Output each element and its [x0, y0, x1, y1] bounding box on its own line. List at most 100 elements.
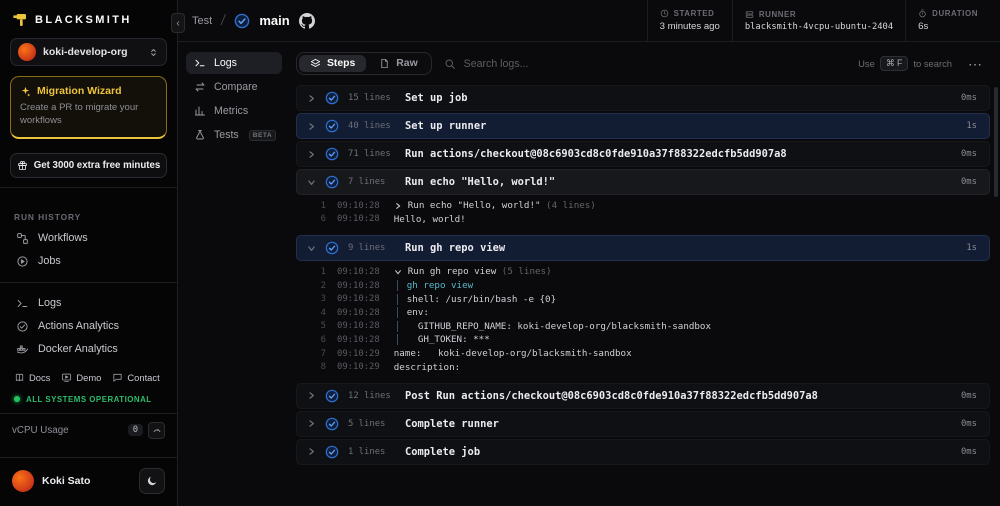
gift-icon — [17, 160, 27, 170]
compare-arrows-icon — [195, 82, 205, 92]
step-row[interactable]: 7 lines Run echo "Hello, world!" 0ms — [296, 169, 990, 195]
log-group-collapsed-icon[interactable] — [394, 202, 402, 210]
step-line-count: 7 lines — [348, 177, 386, 187]
log-line-number: 6 — [320, 214, 326, 225]
sidebar-item-docker-analytics[interactable]: Docker Analytics — [10, 338, 167, 361]
log-line[interactable]: 1 09:10:28 Run echo "Hello, world!" (4 lin… — [296, 199, 990, 213]
stat-runner-label-row: RUNNER — [745, 10, 893, 19]
step-name: Run gh repo view — [405, 242, 506, 255]
clock-icon — [660, 9, 668, 18]
raw-view-tab[interactable]: Raw — [368, 55, 428, 72]
step-row[interactable]: 12 lines Post Run actions/checkout@08c690… — [296, 382, 990, 409]
step-row[interactable]: 40 lines Set up runner 1s — [296, 113, 990, 139]
tab-metrics[interactable]: Metrics — [186, 100, 282, 122]
sidebar-item-workflows[interactable]: Workflows — [10, 227, 167, 250]
moon-icon — [147, 476, 157, 486]
chevron-right-icon — [307, 447, 316, 456]
step-block: 12 lines Post Run actions/checkout@08c690… — [296, 382, 990, 409]
log-group-expanded-icon[interactable] — [394, 268, 402, 276]
hammer-icon — [13, 14, 26, 26]
sidebar-item-jobs[interactable]: Jobs — [10, 250, 167, 273]
migration-wizard-card[interactable]: Migration Wizard Create a PR to migrate … — [10, 76, 167, 139]
org-selector[interactable]: koki-develop-org — [10, 38, 167, 66]
vcpu-usage-value: 0 — [127, 424, 143, 437]
run-title: Test / main — [178, 0, 647, 41]
step-line-count: 15 lines — [348, 93, 391, 103]
demo-link[interactable]: Demo — [57, 369, 105, 386]
layers-icon — [310, 58, 321, 67]
log-text: env: — [396, 307, 429, 319]
migration-wizard-subtitle: Create a PR to migrate your workflows — [20, 102, 139, 127]
hint-rest: to search — [913, 58, 952, 69]
step-success-icon — [325, 147, 339, 161]
log-line[interactable]: 5 09:10:28 GITHUB_REPO_NAME: koki-develop… — [296, 320, 990, 334]
step-log: 1 09:10:28 Run echo "Hello, world!" (4 lin… — [296, 195, 990, 233]
gauge-icon — [153, 428, 160, 433]
chevron-right-icon — [307, 419, 316, 428]
step-block: 7 lines Run echo "Hello, world!" 0ms 1 09:10… — [296, 169, 990, 233]
contact-link[interactable]: Contact — [108, 369, 163, 386]
log-line[interactable]: 3 09:10:28 shell: /usr/bin/bash -e {0} — [296, 292, 990, 306]
step-line-count: 12 lines — [348, 390, 391, 401]
workflow-name[interactable]: Test — [192, 15, 212, 27]
step-row[interactable]: 5 lines Complete runner 0ms — [296, 410, 990, 437]
log-line[interactable]: 6 09:10:28 GH_TOKEN: *** — [296, 333, 990, 347]
log-text: GH_TOKEN: *** — [396, 334, 490, 346]
log-line[interactable]: 7 09:10:29 name: koki-develop-org/blacksmi… — [296, 347, 990, 361]
log-text-content: shell: /usr/bin/bash -e {0} — [406, 293, 557, 305]
free-minutes-button[interactable]: Get 3000 extra free minutes — [10, 152, 167, 178]
chevron-updown-icon — [151, 48, 156, 56]
vcpu-meter-button[interactable] — [148, 421, 165, 439]
step-log: 1 09:10:28 Run gh repo view (5 lines) 2 09:1… — [296, 261, 990, 381]
step-row[interactable]: 9 lines Run gh repo view 1s — [296, 235, 990, 262]
step-success-icon — [325, 119, 339, 133]
log-line[interactable]: 4 09:10:28 env: — [296, 306, 990, 320]
step-line-count: 9 lines — [348, 243, 386, 254]
migration-wizard-title-row: Migration Wizard — [20, 85, 157, 97]
scrollbar[interactable] — [994, 87, 998, 197]
log-timestamp: 09:10:28 — [337, 200, 380, 211]
log-line[interactable]: 2 09:10:28 gh repo view — [296, 279, 990, 293]
log-text-content: env: — [406, 307, 429, 319]
system-status[interactable]: ALL SYSTEMS OPERATIONAL — [14, 395, 163, 404]
tab-compare[interactable]: Compare — [186, 76, 282, 98]
sidebar-collapse-button[interactable]: ‹ — [171, 13, 185, 33]
step-row[interactable]: 1 lines Complete job 0ms — [296, 438, 990, 465]
tab-label: Logs — [214, 57, 237, 69]
sidebar-item-logs[interactable]: Logs — [10, 292, 167, 315]
sidebar-item-actions-analytics[interactable]: Actions Analytics — [10, 315, 167, 338]
docs-link[interactable]: Docs — [10, 369, 54, 386]
chevron-down-icon — [307, 244, 316, 253]
play-circle-icon — [17, 256, 28, 267]
log-text: Run echo "Hello, world!" (4 lines) — [394, 200, 596, 211]
brand-logo[interactable]: BLACKSMITH — [10, 10, 167, 38]
main-panel: Test / main STARTED 3 minutes ago RUNNER… — [178, 0, 1000, 506]
log-text-content: Run gh repo view — [407, 266, 497, 278]
log-line-count-suffix: (5 lines) — [496, 266, 552, 278]
log-line[interactable]: 1 09:10:28 Run gh repo view (5 lines) — [296, 265, 990, 279]
log-line[interactable]: 6 09:10:28 Hello, world! — [296, 213, 990, 227]
tab-tests[interactable]: Tests BETA — [186, 124, 282, 146]
user-account-row[interactable]: Koki Sato — [0, 457, 177, 506]
step-block: 71 lines Run actions/checkout@08c6903cd8c… — [296, 141, 990, 167]
tab-logs[interactable]: Logs — [186, 52, 282, 74]
steps-tab-label: Steps — [327, 58, 356, 69]
log-timestamp: 09:10:28 — [337, 334, 380, 345]
theme-toggle-button[interactable] — [139, 468, 165, 494]
step-block: 1 lines Complete job 0ms — [296, 438, 990, 465]
github-icon[interactable] — [298, 12, 315, 29]
step-line-count: 1 lines — [348, 446, 386, 457]
steps-view-tab[interactable]: Steps — [299, 55, 367, 72]
terminal-icon — [195, 59, 205, 67]
log-line-number: 5 — [320, 321, 326, 332]
view-mode-switch: Steps Raw — [296, 52, 432, 75]
log-line[interactable]: 8 09:10:29 description: — [296, 360, 990, 374]
more-options-button[interactable]: ⋯ — [964, 57, 986, 71]
log-text: Hello, world! — [394, 214, 466, 225]
log-timestamp: 09:10:29 — [337, 348, 380, 359]
search-icon — [445, 59, 455, 69]
search-input[interactable] — [463, 57, 847, 70]
step-row[interactable]: 71 lines Run actions/checkout@08c6903cd8c… — [296, 141, 990, 167]
step-row[interactable]: 15 lines Set up job 0ms — [296, 85, 990, 111]
